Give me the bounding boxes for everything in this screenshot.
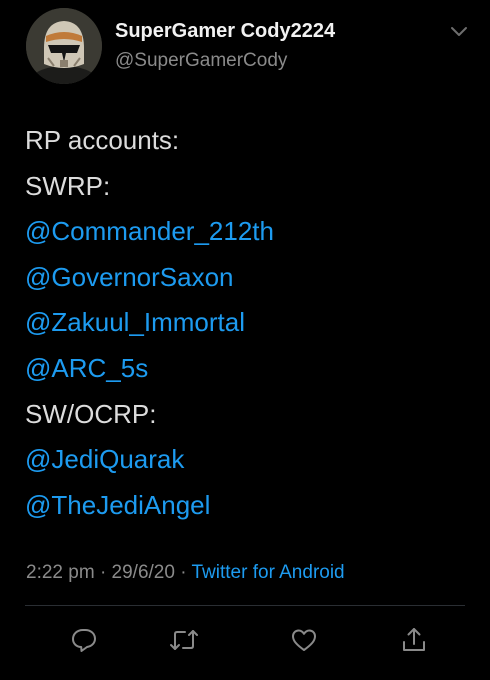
tweet-text: RP accounts: SWRP: @Commander_212th @Gov… [25,118,475,528]
like-button[interactable] [286,622,322,658]
mention-link[interactable]: @Zakuul_Immortal [25,300,475,346]
tweet-meta: 2:22 pm · 29/6/20 · Twitter for Android [26,562,345,584]
share-button[interactable] [396,622,432,658]
tweet-line-rp-accounts: RP accounts: [25,125,180,155]
mention-link[interactable]: @TheJediAngel [25,483,475,529]
mention-link[interactable]: @GovernorSaxon [25,255,475,301]
action-bar [0,618,490,662]
mention-link[interactable]: @JediQuarak [25,437,475,483]
author-handle[interactable]: @SuperGamerCody [115,50,287,72]
reply-bubble-icon [72,629,96,652]
retweet-button[interactable] [166,622,202,658]
tweet-source-link[interactable]: Twitter for Android [192,562,345,583]
reply-button[interactable] [66,622,102,658]
meta-separator: · [180,562,187,583]
mention-link[interactable]: @ARC_5s [25,346,475,392]
tweet-card: SuperGamer Cody2224 @SuperGamerCody RP a… [0,0,490,680]
retweet-icon [170,630,198,650]
share-icon [403,628,425,651]
tweet-line-swrp: SWRP: [25,170,111,201]
mention-link[interactable]: @Commander_212th [25,209,475,255]
author-display-name[interactable]: SuperGamer Cody2224 [115,20,335,43]
heart-icon [292,629,316,651]
clone-trooper-helmet-icon [26,8,102,84]
tweet-date[interactable]: 29/6/20 [112,562,175,583]
tweet-time[interactable]: 2:22 pm [26,562,95,583]
avatar[interactable] [26,8,102,84]
divider [25,605,465,606]
meta-separator: · [99,562,107,583]
chevron-down-icon[interactable] [448,24,470,40]
tweet-line-sw-ocrp: SW/OCRP: [25,398,157,429]
